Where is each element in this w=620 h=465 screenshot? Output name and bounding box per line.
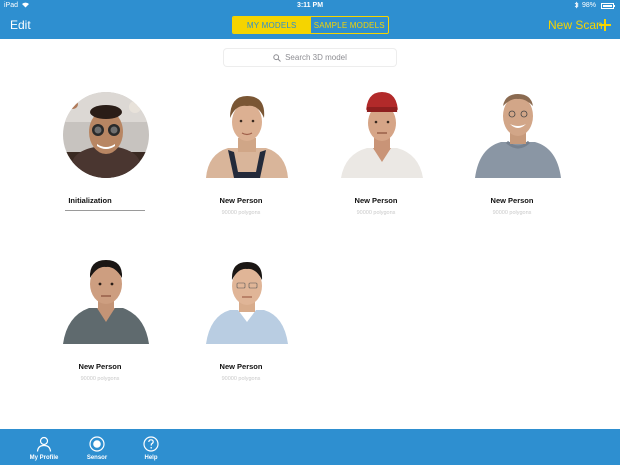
model-name: New Person [78,362,122,371]
model-polygons: 90000 polygons [492,210,532,216]
model-name: Initialization [68,196,112,205]
edit-button[interactable]: Edit [10,18,31,32]
model-polygons: 90000 polygons [221,210,261,216]
battery-icon [601,3,614,9]
model-thumbnail [206,96,288,178]
help-icon [143,436,159,452]
navigation-bar: iPad 3:11 PM 98% Edit MY MODELS SAMPLE M… [0,0,620,39]
tab-my-profile[interactable]: My Profile [19,429,69,465]
profile-icon [36,436,52,452]
model-thumbnail [475,94,561,178]
model-thumbnail [341,92,423,178]
initialization-progress-bar [65,210,145,211]
models-segmented-control: MY MODELS SAMPLE MODELS [232,16,389,34]
tab-bar: My Profile Sensor Help [0,429,620,465]
bluetooth-icon [574,1,579,11]
tab-help[interactable]: Help [126,429,176,465]
search-field[interactable]: Search 3D model [224,49,396,66]
new-scan-button[interactable]: New Scan [548,18,603,32]
model-thumbnail [63,260,149,344]
status-bar: iPad 3:11 PM 98% [0,0,620,13]
status-time: 3:11 PM [296,2,324,9]
model-name: New Person [219,362,263,371]
model-thumbnail [63,92,149,178]
tab-label: Help [144,455,158,461]
model-polygons: 90000 polygons [356,210,396,216]
model-polygons: 90000 polygons [221,376,261,382]
battery-tip [614,5,615,7]
sample-models-tab[interactable]: SAMPLE MODELS [311,17,389,33]
model-name: New Person [354,196,398,205]
search-icon [273,53,281,62]
tab-label: Sensor [86,455,108,461]
search-placeholder: Search 3D model [285,53,347,62]
plus-icon[interactable] [599,19,611,31]
model-name: New Person [219,196,263,205]
model-name: New Person [490,196,534,205]
tab-label: My Profile [29,455,59,461]
model-polygons: 90000 polygons [80,376,120,382]
sensor-icon [89,436,105,452]
my-models-tab[interactable]: MY MODELS [233,17,311,33]
tab-sensor[interactable]: Sensor [72,429,122,465]
model-thumbnail [206,262,288,344]
battery-percent: 98% [582,2,597,9]
